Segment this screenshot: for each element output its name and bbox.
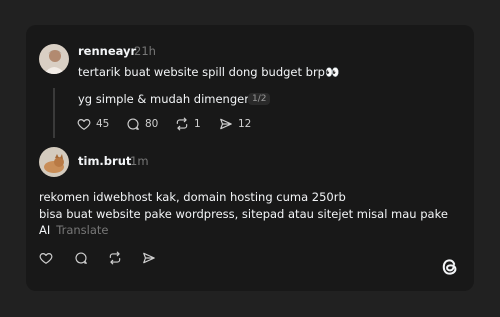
heart-icon — [39, 251, 53, 265]
avatar-renneayr[interactable] — [39, 44, 69, 74]
share-button[interactable]: 12 — [219, 117, 251, 131]
repost-icon — [175, 117, 189, 131]
thread-counter: 1/2 — [248, 93, 271, 105]
username-tim-brut[interactable]: tim.brut — [78, 154, 131, 168]
reply-timestamp: 1m — [130, 154, 149, 168]
heart-icon — [77, 117, 91, 131]
comment-icon — [126, 117, 140, 131]
reply-button[interactable]: 80 — [126, 117, 158, 131]
threads-logo-icon[interactable] — [440, 257, 460, 277]
username-renneayr[interactable]: renneayr — [78, 44, 136, 58]
repost-count: 1 — [194, 118, 201, 130]
reply-repost-button[interactable] — [108, 251, 122, 265]
post-timestamp: 21h — [134, 44, 156, 58]
post-continuation-text: yg simple & mudah dimengerti — [78, 92, 257, 106]
reply-count: 80 — [145, 118, 159, 130]
reply-text-line3: AI Translate — [39, 223, 108, 237]
reply-comment-button[interactable] — [74, 251, 88, 265]
reply-text-line2: bisa buat website pake wordpress, sitepa… — [39, 207, 448, 221]
reply-text-line1: rekomen idwebhost kak, domain hosting cu… — [39, 190, 346, 204]
avatar-tim-brut[interactable] — [39, 147, 69, 177]
repost-icon — [108, 251, 122, 265]
share-count: 12 — [238, 118, 252, 130]
send-icon — [219, 117, 233, 131]
comment-icon — [74, 251, 88, 265]
reply-share-button[interactable] — [142, 251, 156, 265]
like-count: 45 — [96, 118, 110, 130]
reply-like-button[interactable] — [39, 251, 53, 265]
post-text: tertarik buat website spill dong budget … — [78, 65, 340, 79]
thread-line — [53, 88, 55, 138]
threads-card: renneayr 21h tertarik buat website spill… — [26, 25, 474, 291]
translate-link[interactable]: Translate — [56, 223, 108, 237]
repost-button[interactable]: 1 — [175, 117, 201, 131]
send-icon — [142, 251, 156, 265]
reply-text-ai: AI — [39, 223, 51, 237]
like-button[interactable]: 45 — [77, 117, 109, 131]
